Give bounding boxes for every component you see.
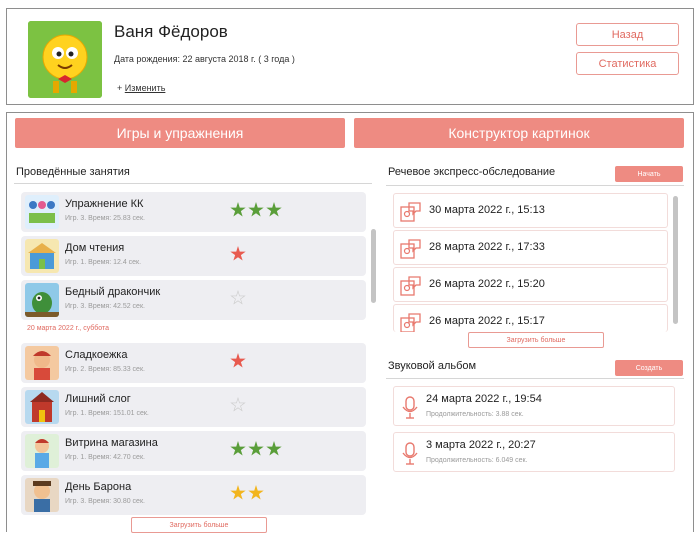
speech-test-icon <box>400 313 421 332</box>
rating <box>230 441 282 461</box>
lesson-thumbnail <box>25 346 59 380</box>
date-divider: 20 марта 2022 г., суббота <box>27 325 110 332</box>
star-icon <box>230 353 246 368</box>
lesson-thumbnail <box>25 478 59 512</box>
lesson-meta: Игр. 1. Время: 151.01 сек. <box>65 410 149 417</box>
rating <box>230 485 264 505</box>
lesson-thumbnail <box>25 434 59 468</box>
star-icon <box>230 246 246 261</box>
games-button[interactable]: Игры и упражнения <box>15 118 345 148</box>
divider <box>386 185 684 186</box>
record-date: 3 марта 2022 г., 20:27 <box>426 439 536 451</box>
star-outline-icon <box>230 397 246 412</box>
lesson-item[interactable]: Лишний слог Игр. 1. Время: 151.01 сек. <box>21 387 366 427</box>
lesson-thumbnail <box>25 283 59 317</box>
lesson-title: Сладкоежка <box>65 349 128 361</box>
express-session-item[interactable]: 28 марта 2022 г., 17:33 <box>393 230 668 265</box>
lesson-title: Дом чтения <box>65 242 125 254</box>
session-date: 28 марта 2022 г., 17:33 <box>429 241 545 253</box>
lesson-thumbnail <box>25 390 59 424</box>
lesson-title: День Барона <box>65 481 132 493</box>
lesson-meta: Игр. 2. Время: 85.33 сек. <box>65 366 145 373</box>
avatar <box>28 21 102 98</box>
session-date: 26 марта 2022 г., 15:17 <box>429 315 545 327</box>
rating <box>230 353 246 373</box>
express-load-more-button[interactable]: Загрузить больше <box>468 332 604 348</box>
lesson-item[interactable]: Витрина магазина Игр. 1. Время: 42.70 се… <box>21 431 366 471</box>
birth-date: Дата рождения: 22 августа 2018 г. ( 3 го… <box>114 54 295 64</box>
rating <box>230 202 282 222</box>
microphone-icon <box>402 442 418 465</box>
lesson-title: Витрина магазина <box>65 437 158 449</box>
star-icon <box>248 441 264 456</box>
audio-record-item[interactable]: 3 марта 2022 г., 20:27 Продолжительность… <box>393 432 675 472</box>
speech-test-icon <box>400 239 421 259</box>
lesson-thumbnail <box>25 195 59 229</box>
lesson-thumbnail <box>25 239 59 273</box>
star-icon <box>248 202 264 217</box>
express-title: Речевое экспресс-обследование <box>388 166 556 178</box>
album-title: Звуковой альбом <box>388 360 477 372</box>
record-duration: Продолжительность: 6.049 сек. <box>426 457 528 464</box>
lesson-item[interactable]: Дом чтения Игр. 1. Время: 12.4 сек. <box>21 236 366 276</box>
star-icon <box>230 441 246 456</box>
rating <box>230 290 246 310</box>
lessons-load-more-button[interactable]: Загрузить больше <box>131 517 267 533</box>
audio-record-item[interactable]: 24 марта 2022 г., 19:54 Продолжительност… <box>393 386 675 426</box>
lesson-title: Бедный дракончик <box>65 286 161 298</box>
plus-icon: + <box>117 83 123 93</box>
express-session-item[interactable]: 30 марта 2022 г., 15:13 <box>393 193 668 228</box>
constructor-button[interactable]: Конструктор картинок <box>354 118 684 148</box>
back-button[interactable]: Назад <box>576 23 679 46</box>
speech-test-icon <box>400 202 421 222</box>
child-name: Ваня Фёдоров <box>114 22 228 41</box>
lesson-item[interactable]: Бедный дракончик Игр. 3. Время: 42.52 се… <box>21 280 366 320</box>
express-session-item[interactable]: 26 марта 2022 г., 15:20 <box>393 267 668 302</box>
session-date: 30 марта 2022 г., 15:13 <box>429 204 545 216</box>
star-outline-icon <box>230 290 246 305</box>
star-icon <box>248 485 264 500</box>
lessons-scrollbar[interactable] <box>371 229 376 303</box>
record-date: 24 марта 2022 г., 19:54 <box>426 393 542 405</box>
start-button[interactable]: Начать <box>615 166 683 182</box>
lesson-item[interactable]: День Барона Игр. 3. Время: 30.80 сек. <box>21 475 366 515</box>
lesson-title: Лишний слог <box>65 393 131 405</box>
star-icon <box>230 485 246 500</box>
edit-label: Изменить <box>124 83 166 93</box>
lesson-meta: Игр. 1. Время: 42.70 сек. <box>65 454 145 461</box>
record-duration: Продолжительность: 3.88 сек. <box>426 411 524 418</box>
lesson-title: Упражнение КК <box>65 198 144 210</box>
divider <box>14 183 372 184</box>
lesson-item[interactable]: Сладкоежка Игр. 2. Время: 85.33 сек. <box>21 343 366 383</box>
speech-test-icon <box>400 276 421 296</box>
lesson-meta: Игр. 3. Время: 25.83 сек. <box>65 215 145 222</box>
session-date: 26 марта 2022 г., 15:20 <box>429 278 545 290</box>
star-icon <box>230 202 246 217</box>
express-session-item[interactable]: 26 марта 2022 г., 15:17 <box>393 304 668 332</box>
profile-card: Ваня Фёдоров Дата рождения: 22 августа 2… <box>6 8 694 105</box>
lesson-meta: Игр. 1. Время: 12.4 сек. <box>65 259 142 266</box>
express-scrollbar[interactable] <box>673 196 678 324</box>
lesson-item[interactable]: Упражнение КК Игр. 3. Время: 25.83 сек. <box>21 192 366 232</box>
lesson-meta: Игр. 3. Время: 30.80 сек. <box>65 498 145 505</box>
divider <box>386 378 684 379</box>
lessons-title: Проведённые занятия <box>16 166 130 178</box>
rating <box>230 246 246 266</box>
lesson-meta: Игр. 3. Время: 42.52 сек. <box>65 303 145 310</box>
star-icon <box>266 441 282 456</box>
statistics-button[interactable]: Статистика <box>576 52 679 75</box>
star-icon <box>266 202 282 217</box>
rating <box>230 397 246 417</box>
edit-profile-link[interactable]: + Изменить <box>117 83 165 93</box>
create-button[interactable]: Создать <box>615 360 683 376</box>
microphone-icon <box>402 396 418 419</box>
